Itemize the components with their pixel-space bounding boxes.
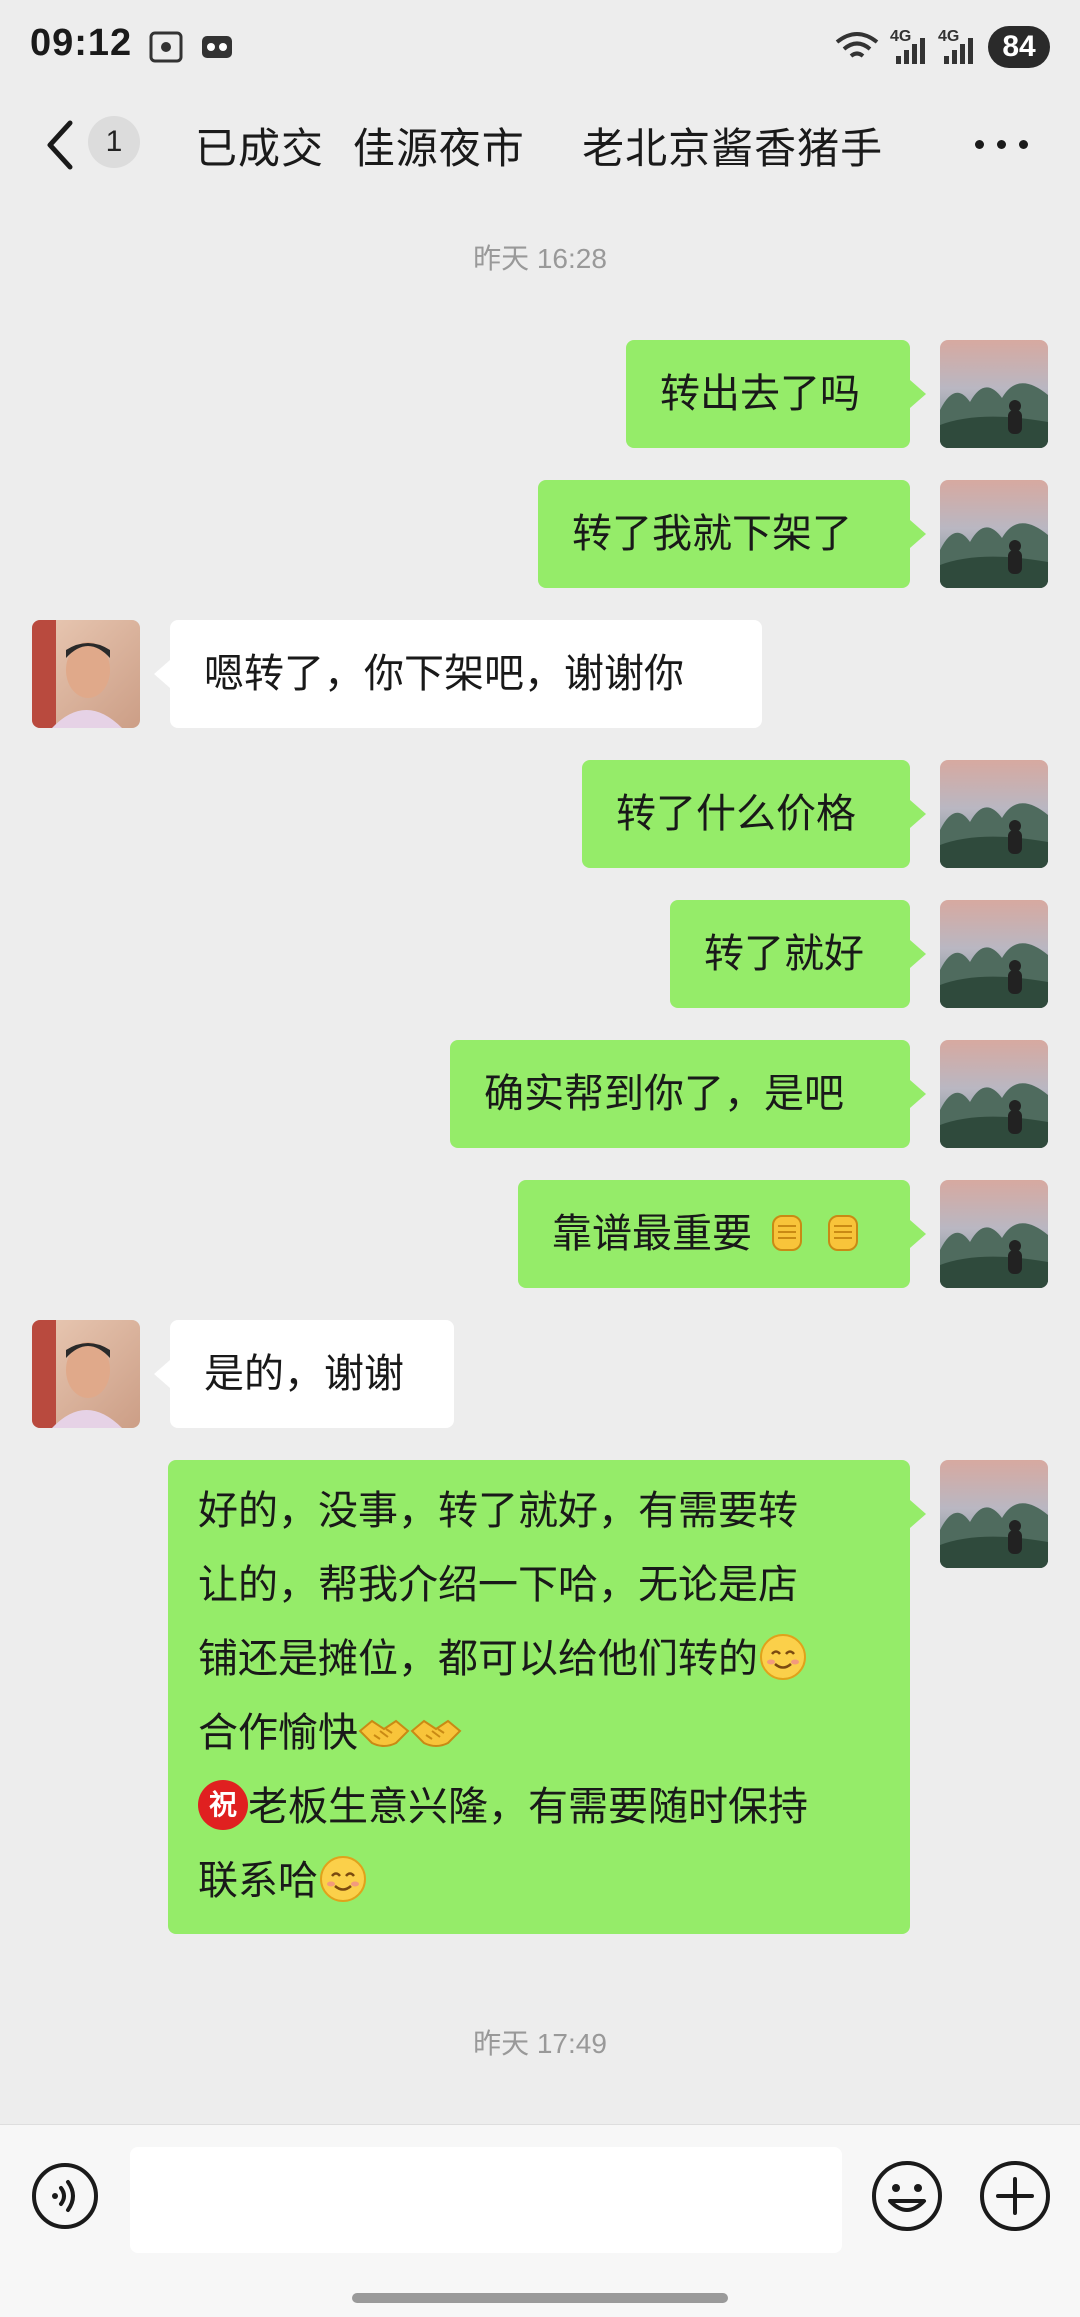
landscape-avatar-image — [940, 480, 1048, 588]
message-bubble-sent[interactable]: 转了就好 — [670, 900, 910, 1008]
wifi-icon — [835, 32, 879, 58]
message-text: 转了就好 — [704, 931, 864, 977]
back-icon[interactable] — [40, 115, 80, 175]
timestamp: 昨天 16:28 — [473, 243, 607, 274]
landscape-avatar-image — [940, 760, 1048, 868]
message-line: 合作愉快 — [198, 1710, 358, 1756]
message-line: 好的，没事，转了就好，有需要转 — [198, 1488, 798, 1534]
my-avatar[interactable] — [940, 340, 1048, 448]
signal-icon-1 — [896, 38, 925, 64]
voicemail-icon — [202, 36, 232, 58]
raised-fist-emoji — [828, 1215, 859, 1251]
timestamp: 昨天 17:49 — [473, 2028, 607, 2059]
message-line-with-emoji: 合作愉快 — [198, 1696, 880, 1770]
message-text: 确实帮到你了，是吧 — [484, 1071, 844, 1117]
handshake-emoji — [358, 1719, 410, 1747]
smiling-face-emoji — [320, 1856, 366, 1902]
plus-icon[interactable] — [978, 2159, 1052, 2233]
emoji-icon[interactable] — [870, 2159, 944, 2233]
my-avatar[interactable] — [940, 1460, 1048, 1568]
my-avatar[interactable] — [940, 1040, 1048, 1148]
message-text: 转出去了吗 — [660, 371, 860, 417]
my-avatar[interactable] — [940, 760, 1048, 868]
landscape-avatar-image — [940, 1040, 1048, 1148]
chat-header: 1 已成交 佳源夜市 老北京酱香猪手 — [0, 95, 1080, 205]
message-line: 铺还是摊位，都可以给他们转的 — [198, 1636, 758, 1682]
handshake-emoji — [410, 1719, 462, 1747]
person-avatar-image — [32, 620, 140, 728]
congratulations-emoji: 祝 — [198, 1780, 248, 1830]
message-bubble-sent[interactable]: 靠谱最重要 — [518, 1180, 910, 1288]
message-line-with-emoji: 祝老板生意兴隆，有需要随时保持 — [198, 1770, 880, 1844]
raised-fist-emoji — [771, 1215, 802, 1251]
contact-avatar[interactable] — [32, 1320, 140, 1428]
smiling-face-emoji — [760, 1634, 806, 1680]
message-text: 靠谱最重要 — [552, 1211, 752, 1257]
message-text: 转了我就下架了 — [572, 511, 852, 557]
message-bubble-sent[interactable]: 转了我就下架了 — [538, 480, 910, 588]
screenshot-icon — [149, 31, 183, 63]
landscape-avatar-image — [940, 1180, 1048, 1288]
my-avatar[interactable] — [940, 480, 1048, 588]
status-bar: 09:12 4G 4G 84 — [0, 0, 1080, 95]
chat-title: 已成交 佳源夜市 老北京酱香猪手 — [195, 124, 884, 173]
voice-icon[interactable] — [30, 2161, 100, 2231]
home-indicator[interactable] — [352, 2293, 728, 2303]
message-line: 联系哈 — [198, 1858, 318, 1904]
contact-avatar[interactable] — [32, 620, 140, 728]
message-line-with-emoji: 联系哈 — [198, 1844, 880, 1918]
status-time: 09:12 — [30, 22, 133, 64]
message-line: 老板生意兴隆，有需要随时保持 — [248, 1784, 808, 1830]
chat-input-bar — [0, 2124, 1080, 2317]
message-bubble-sent[interactable]: 转了什么价格 — [582, 760, 910, 868]
message-line: 让的，帮我介绍一下哈，无论是店 — [198, 1562, 798, 1608]
message-text: 转了什么价格 — [616, 791, 856, 837]
message-text: 嗯转了，你下架吧，谢谢你 — [204, 651, 684, 697]
message-input[interactable] — [130, 2147, 842, 2253]
person-avatar-image — [32, 1320, 140, 1428]
signal-icon-2 — [944, 38, 973, 64]
landscape-avatar-image — [940, 900, 1048, 1008]
landscape-avatar-image — [940, 340, 1048, 448]
my-avatar[interactable] — [940, 1180, 1048, 1288]
message-text: 是的，谢谢 — [204, 1351, 404, 1397]
unread-count-badge[interactable]: 1 — [88, 116, 140, 168]
message-bubble-sent[interactable]: 好的，没事，转了就好，有需要转 让的，帮我介绍一下哈，无论是店 铺还是摊位，都可… — [168, 1460, 910, 1934]
battery-indicator: 84 — [988, 26, 1050, 68]
message-line-with-emoji: 铺还是摊位，都可以给他们转的 — [198, 1622, 880, 1696]
my-avatar[interactable] — [940, 900, 1048, 1008]
message-bubble-sent[interactable]: 转出去了吗 — [626, 340, 910, 448]
message-bubble-sent[interactable]: 确实帮到你了，是吧 — [450, 1040, 910, 1148]
message-bubble-received[interactable]: 嗯转了，你下架吧，谢谢你 — [170, 620, 762, 728]
message-bubble-received[interactable]: 是的，谢谢 — [170, 1320, 454, 1428]
landscape-avatar-image — [940, 1460, 1048, 1568]
more-icon[interactable] — [975, 140, 1035, 152]
